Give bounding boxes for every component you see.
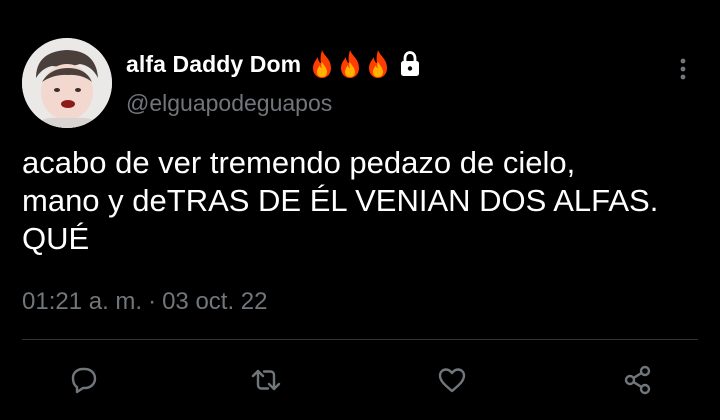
tweet-text: acabo de ver tremendo pedazo de cielo, m… <box>22 145 659 256</box>
action-bar <box>0 358 720 408</box>
fire-emoji-icon <box>365 49 391 79</box>
retweet-button[interactable] <box>244 358 288 402</box>
avatar-photo <box>22 38 112 128</box>
tweet-timestamp[interactable]: 01:21 a. m. · 03 oct. 22 <box>22 288 268 316</box>
author-handle[interactable]: @elguapodeguapos <box>126 90 332 117</box>
author-name-row: alfa Daddy Dom <box>126 46 423 82</box>
like-icon <box>438 368 466 393</box>
tweet-date: 03 oct. 22 <box>162 288 268 315</box>
tweet-time: 01:21 a. m. <box>22 288 143 315</box>
reply-button[interactable] <box>62 358 106 402</box>
share-icon <box>624 365 651 395</box>
retweet-icon <box>251 369 281 391</box>
reply-icon <box>71 367 97 394</box>
divider <box>22 339 698 340</box>
tweet-card: alfa Daddy Dom @elguapodeguapos acabo de… <box>0 0 720 420</box>
share-button[interactable] <box>616 358 660 402</box>
timestamp-separator: · <box>148 288 157 315</box>
name-emojis <box>309 49 393 79</box>
fire-emoji-icon <box>337 49 363 79</box>
lock-icon <box>397 49 423 79</box>
more-vertical-icon[interactable] <box>672 54 694 84</box>
avatar[interactable] <box>22 38 112 128</box>
display-name[interactable]: alfa Daddy Dom <box>126 51 301 78</box>
fire-emoji-icon <box>309 49 335 79</box>
like-button[interactable] <box>430 358 474 402</box>
